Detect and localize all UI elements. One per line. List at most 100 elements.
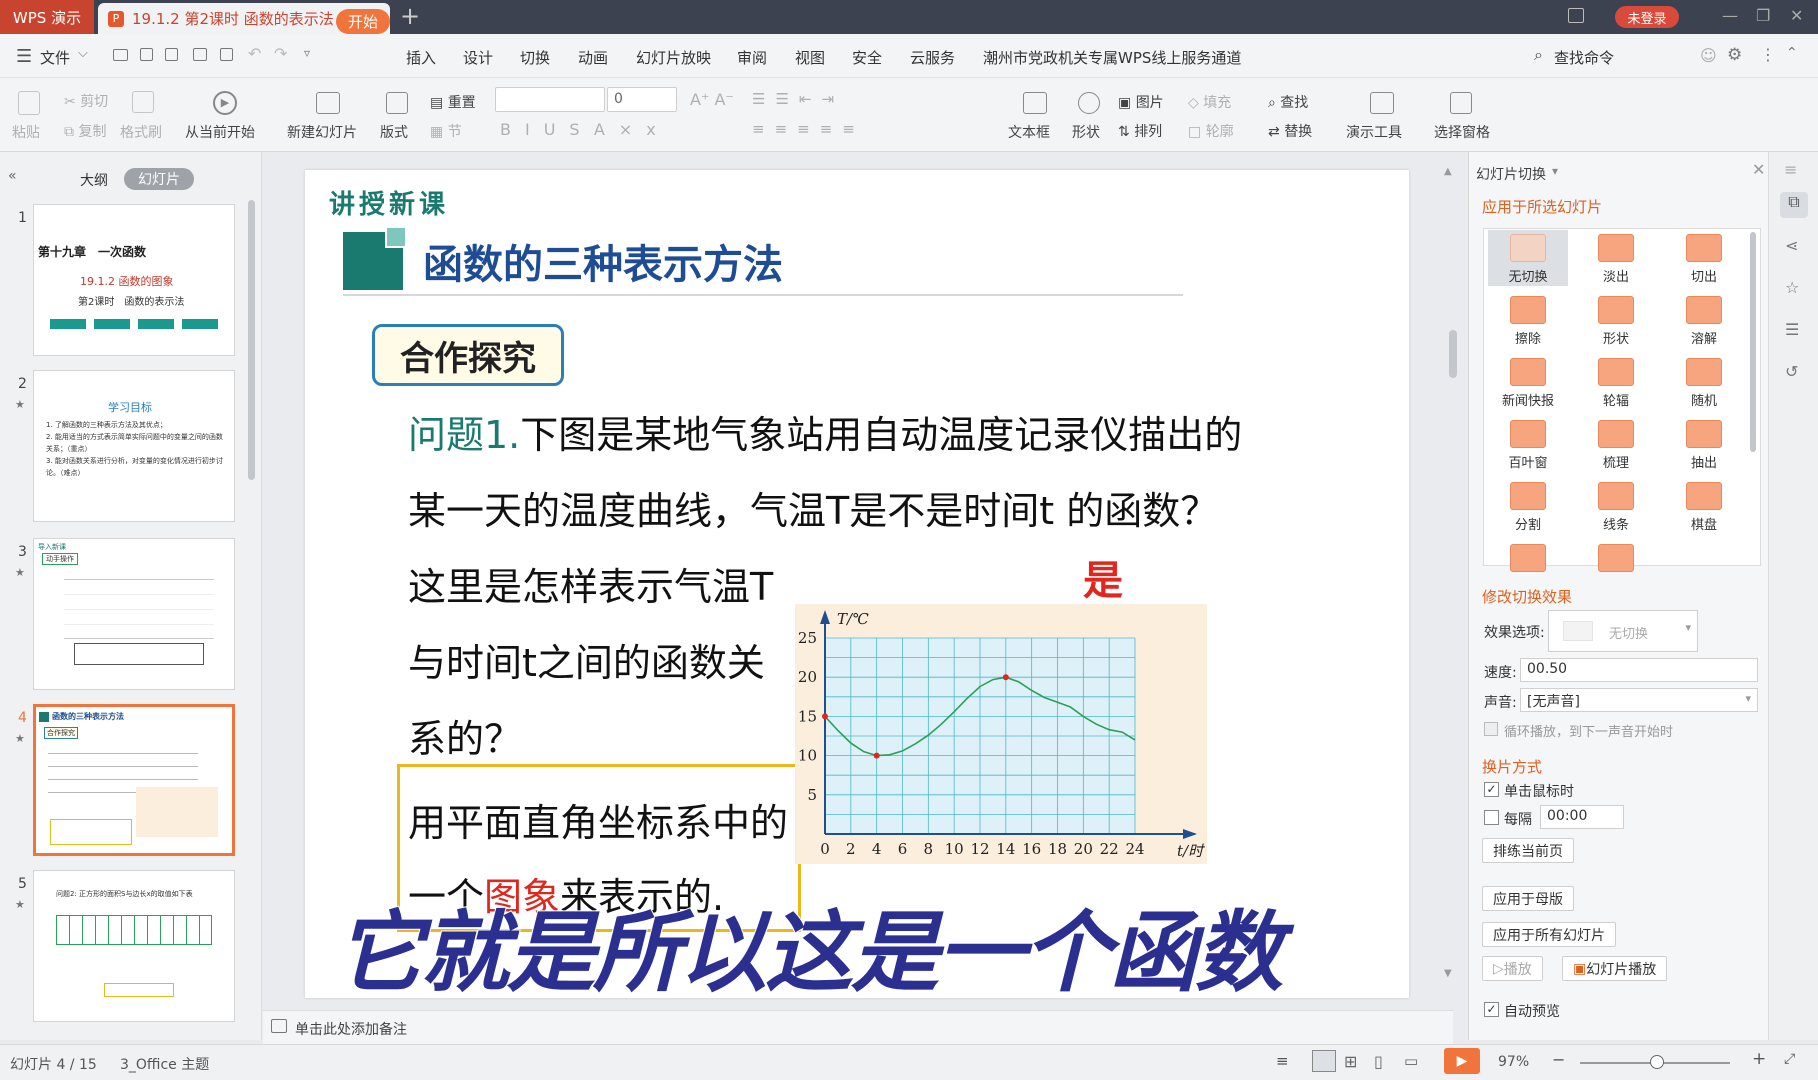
every-checkbox[interactable] <box>1484 810 1499 825</box>
selection-pane-icon[interactable] <box>1450 92 1472 114</box>
notes-bar[interactable]: 单击此处添加备注 <box>263 1010 1453 1044</box>
menu-tab-cloud[interactable]: 云服务 <box>910 47 955 68</box>
new-tab-icon[interactable]: + <box>400 2 420 30</box>
sidebar-menu-icon[interactable]: ≡ <box>1784 160 1797 179</box>
tab-slides[interactable]: 幻灯片 <box>124 168 194 190</box>
hamburger-icon[interactable]: ☰ <box>16 46 32 67</box>
undo-icon[interactable]: ↶ <box>248 44 261 63</box>
close-window-icon[interactable]: ✕ <box>1790 6 1803 25</box>
close-pane-icon[interactable]: ✕ <box>1752 160 1765 179</box>
app-tab[interactable]: WPS 演示 <box>0 0 94 34</box>
transition-option[interactable] <box>1576 540 1656 576</box>
menu-tab-view[interactable]: 视图 <box>795 47 825 68</box>
from-current-button[interactable]: 从当前开始 <box>185 122 255 142</box>
slide-scrollbar[interactable] <box>1449 330 1457 378</box>
cut-button[interactable]: ✂ 剪切 <box>64 91 108 111</box>
outline-button[interactable]: □ 轮廓 <box>1188 121 1234 141</box>
paste-button[interactable]: 粘贴 <box>12 122 40 142</box>
transition-option[interactable]: 切出 <box>1664 230 1744 285</box>
reset-button[interactable]: ▤ 重置 <box>430 92 476 112</box>
search-icon[interactable]: ⌕ <box>1534 45 1543 65</box>
font-family-select[interactable] <box>495 87 605 112</box>
scroll-up-icon[interactable]: ▲ <box>1444 166 1452 177</box>
menu-tab-security[interactable]: 安全 <box>852 47 882 68</box>
save-icon[interactable] <box>140 48 153 61</box>
font-size-select[interactable]: 0 <box>607 87 677 112</box>
fill-button[interactable]: ◇ 填充 <box>1188 92 1231 112</box>
every-input[interactable]: 00:00 <box>1540 805 1624 829</box>
menu-tab-start[interactable]: 开始 <box>336 9 390 34</box>
search-command[interactable]: 查找命令 <box>1554 47 1614 68</box>
slide-thumbnail-5[interactable]: 问题2: 正方形的面积S与边长x的取值如下表 <box>33 870 235 1022</box>
fit-window-icon[interactable]: ⤢ <box>1784 1051 1795 1067</box>
transition-option[interactable]: 分割 <box>1488 478 1568 533</box>
play-button[interactable]: ▷ 播放 <box>1482 956 1543 981</box>
on-click-checkbox[interactable]: ✓ <box>1484 782 1499 797</box>
slide-thumbnail-3[interactable]: 导入新课 动手操作 <box>33 538 235 690</box>
copy-button[interactable]: ⧉ 复制 <box>64 121 106 141</box>
print-preview-icon[interactable] <box>220 48 233 61</box>
section-button[interactable]: ▦ 节 <box>430 121 462 141</box>
slideshow-button[interactable]: ▣ 幻灯片播放 <box>1562 956 1668 981</box>
zoom-slider-handle[interactable] <box>1650 1055 1664 1069</box>
slideshow-play-icon[interactable]: ▶ <box>1444 1048 1480 1074</box>
slide-thumbnail-1[interactable]: 第十九章 一次函数 19.1.2 函数的图象 第2课时 函数的表示法 <box>33 204 235 356</box>
transition-option[interactable]: 梳理 <box>1576 416 1656 471</box>
find-button[interactable]: ⌕ 查找 <box>1268 92 1308 112</box>
present-tools-button[interactable]: 演示工具 <box>1346 122 1402 142</box>
auto-preview-checkbox[interactable]: ✓ <box>1484 1002 1499 1017</box>
apply-all-button[interactable]: 应用于所有幻灯片 <box>1482 922 1616 947</box>
format-painter-icon[interactable] <box>132 91 154 113</box>
scroll-down-icon[interactable]: ▼ <box>1444 968 1452 979</box>
customize-icon[interactable]: ▿ <box>304 46 310 60</box>
transition-option[interactable]: 随机 <box>1664 354 1744 409</box>
layout-button[interactable]: 版式 <box>380 122 408 142</box>
notes-toggle-icon[interactable]: ≡ <box>1276 1052 1289 1070</box>
menu-tab-animation[interactable]: 动画 <box>578 47 608 68</box>
transition-option[interactable]: 新闻快报 <box>1488 354 1568 409</box>
animation-icon[interactable]: ☆ <box>1785 278 1799 297</box>
pane-title-dropdown-icon[interactable]: ▾ <box>1552 164 1558 178</box>
speed-input[interactable]: 00.50 <box>1520 658 1758 682</box>
minimize-icon[interactable]: — <box>1722 6 1738 25</box>
transition-option[interactable]: 抽出 <box>1664 416 1744 471</box>
reading-view-icon[interactable]: ▯ <box>1374 1052 1383 1071</box>
slide-thumbnail-2[interactable]: 学习目标 1. 了解函数的三种表示方法及其优点； 2. 能用适当的方式表示简单实… <box>33 370 235 522</box>
open-icon[interactable] <box>113 49 128 61</box>
shape-icon[interactable] <box>1078 92 1100 114</box>
transition-option[interactable]: 棋盘 <box>1664 478 1744 533</box>
menu-tab-transition[interactable]: 切换 <box>520 47 550 68</box>
present-tools-icon[interactable] <box>1370 92 1394 114</box>
paste-icon[interactable] <box>18 91 40 115</box>
play-icon[interactable]: ▶ <box>213 91 237 115</box>
panel-scrollbar[interactable] <box>248 200 255 480</box>
collapse-panel-icon[interactable]: « <box>8 168 17 184</box>
transition-option[interactable]: 线条 <box>1576 478 1656 533</box>
picture-button[interactable]: ▣ 图片 <box>1118 92 1164 112</box>
transition-pane-icon[interactable]: ⧉ <box>1780 192 1808 218</box>
new-slide-icon[interactable] <box>316 92 340 114</box>
panel-toggle-icon[interactable] <box>1568 8 1584 23</box>
transition-option[interactable]: 百叶窗 <box>1488 416 1568 471</box>
sound-select[interactable]: [无声音] ▾ <box>1520 688 1758 712</box>
zoom-in-icon[interactable]: + <box>1752 1049 1766 1069</box>
apply-master-button[interactable]: 应用于母版 <box>1482 886 1574 911</box>
layout-icon[interactable] <box>386 92 408 114</box>
list-icons[interactable]: ☰☰⇤⇥ <box>752 90 844 108</box>
comment-icon[interactable]: ☺ <box>1700 46 1717 65</box>
transition-option[interactable]: 溶解 <box>1664 292 1744 347</box>
transition-option[interactable]: 轮辐 <box>1576 354 1656 409</box>
font-style-icons[interactable]: BIUSA×x <box>500 120 670 139</box>
transition-option[interactable]: 无切换 <box>1488 230 1568 286</box>
align-icons[interactable]: ≡≡≡≡≡ <box>752 120 865 138</box>
menu-tab-design[interactable]: 设计 <box>463 47 493 68</box>
file-menu[interactable]: 文件 <box>40 47 70 68</box>
theme-name[interactable]: 3_Office 主题 <box>120 1054 209 1074</box>
more-icon[interactable]: ⋮ <box>1760 45 1776 64</box>
chevron-down-icon[interactable]: ⌵ <box>78 46 88 61</box>
transition-option[interactable]: 形状 <box>1576 292 1656 347</box>
new-slide-button[interactable]: 新建幻灯片 <box>287 122 357 142</box>
settings-sliders-icon[interactable]: ☰ <box>1785 320 1799 339</box>
zoom-out-icon[interactable]: − <box>1552 1050 1565 1069</box>
tab-outline[interactable]: 大纲 <box>80 170 108 190</box>
